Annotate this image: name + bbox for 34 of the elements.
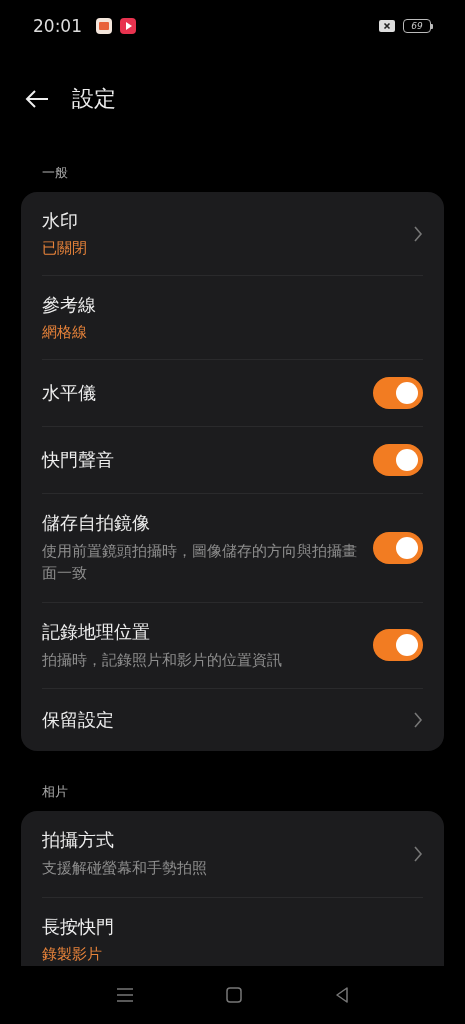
toggle-switch[interactable] [373, 629, 423, 662]
setting-title: 參考線 [42, 293, 97, 317]
setting-value: 網格線 [42, 323, 88, 342]
setting-title: 保留設定 [42, 708, 115, 733]
chevron-icon [413, 845, 423, 864]
back-arrow-icon[interactable] [24, 89, 50, 109]
toggle-switch[interactable] [373, 377, 423, 409]
play-app-icon [120, 18, 136, 34]
setting-title: 水平儀 [42, 381, 97, 405]
notification-app-icon [96, 18, 112, 34]
setting-description: 拍攝時，記錄照片和影片的位置資訊 [42, 649, 283, 671]
setting-title: 快門聲音 [42, 448, 115, 472]
setting-title: 儲存自拍鏡像 [42, 511, 151, 535]
page-title: 設定 [72, 85, 116, 113]
section-label: 一般 [42, 165, 68, 180]
toggle-switch[interactable] [373, 531, 423, 564]
home-icon[interactable] [226, 987, 243, 1003]
setting-value: 已關閉 [42, 239, 88, 258]
status-time: 20:01 [33, 16, 82, 36]
chevron-icon [413, 711, 423, 730]
chevron-icon [413, 224, 423, 243]
setting-title: 長按快門 [42, 915, 115, 939]
setting-description: 使用前置鏡頭拍攝時，圖像儲存的方向與拍攝畫面一致 [42, 541, 358, 584]
menu-icon[interactable] [116, 987, 135, 1003]
section-label: 相片 [42, 784, 68, 800]
setting-title: 記錄地理位置 [42, 619, 151, 644]
setting-title: 水印 [42, 209, 79, 233]
sim-off-icon [379, 20, 395, 32]
back-icon[interactable] [334, 987, 349, 1003]
battery-icon: 69 [403, 19, 433, 33]
setting-value: 錄製影片 [42, 945, 103, 964]
setting-description: 支援解碰螢幕和手勢拍照 [42, 858, 208, 880]
setting-title: 拍攝方式 [42, 828, 115, 853]
toggle-switch[interactable] [373, 444, 423, 476]
